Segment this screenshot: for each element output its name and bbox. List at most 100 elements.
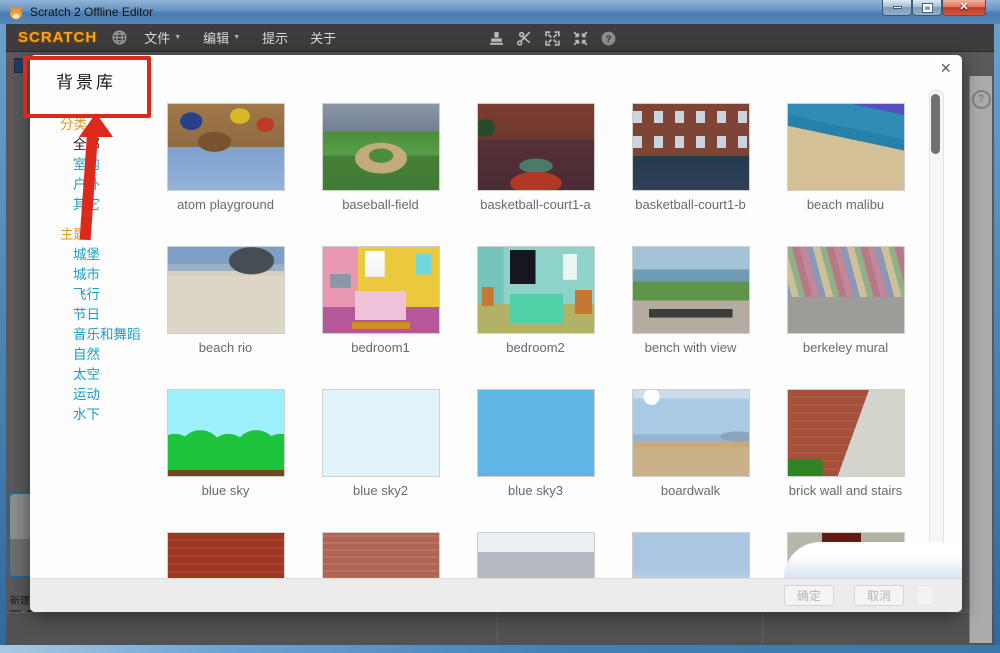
backdrop-thumbnail: [166, 246, 285, 334]
sidebar-item-city[interactable]: 城市: [60, 265, 160, 285]
backdrop-label: beach rio: [198, 340, 253, 355]
backdrop-thumbnail: [786, 103, 905, 191]
sidebar-item-sports[interactable]: 运动: [60, 385, 160, 405]
backdrop-item-blue-sky2[interactable]: blue sky2: [303, 385, 458, 528]
ok-button[interactable]: 确定: [784, 585, 834, 606]
scrollbar-thumb[interactable]: [931, 94, 940, 154]
backdrop-item-atom-playground[interactable]: atom playground: [148, 99, 303, 242]
backdrop-item-baseball-field[interactable]: baseball-field: [303, 99, 458, 242]
sidebar-item-outdoor[interactable]: 户外: [60, 175, 160, 195]
backdrop-thumbnail: [631, 103, 750, 191]
duplicate-icon[interactable]: [488, 30, 505, 47]
bottom-panel-strip: [6, 612, 994, 645]
window-border-right: [994, 24, 1000, 645]
cancel-button[interactable]: 取消: [854, 585, 904, 606]
sidebar-section-header: 主题: [60, 227, 87, 242]
sidebar-item-holiday[interactable]: 节日: [60, 305, 160, 325]
backdrop-thumbnail: [166, 532, 285, 578]
menu-edit[interactable]: 编辑 ▼: [203, 28, 240, 47]
chevron-down-icon: ▼: [233, 34, 241, 41]
backdrop-label: bedroom2: [506, 340, 565, 355]
minimize-button[interactable]: [882, 0, 912, 16]
backdrop-item-brick1[interactable]: [148, 528, 303, 578]
menubar: SCRATCH 文件 ▼ 编辑 ▼ 提示 关于 ?: [6, 24, 994, 52]
backdrop-thumbnail: [476, 389, 595, 477]
backdrop-thumbnail: [631, 246, 750, 334]
backdrop-item-blue-sky3[interactable]: blue sky3: [458, 385, 613, 528]
backdrop-item-bench-view[interactable]: bench with view: [613, 242, 768, 385]
sidebar-item-all[interactable]: 全部: [60, 135, 160, 155]
help-icon[interactable]: ?: [600, 30, 617, 47]
backdrop-item-beach-malibu[interactable]: beach malibu: [768, 99, 923, 242]
scrollbar-track[interactable]: [929, 90, 944, 572]
dialog-close-icon[interactable]: ×: [940, 59, 951, 77]
backdrop-thumbnail: [321, 246, 440, 334]
panel-divider: [497, 614, 498, 643]
backdrop-label: brick wall and stairs: [788, 483, 903, 498]
menu-label: 编辑: [203, 31, 230, 46]
backdrop-item-blue-sky[interactable]: blue sky: [148, 385, 303, 528]
backdrop-label: blue sky2: [353, 483, 408, 498]
backdrop-item-brick2[interactable]: [303, 528, 458, 578]
backdrop-thumbnail: [476, 246, 595, 334]
backdrop-item-building[interactable]: [458, 528, 613, 578]
backdrop-item-basketball-a[interactable]: basketball-court1-a: [458, 99, 613, 242]
maximize-button[interactable]: [912, 0, 942, 16]
backdrop-label: blue sky3: [508, 483, 563, 498]
arrow-head: [79, 113, 113, 137]
sidebar-item-music-dance[interactable]: 音乐和舞蹈: [60, 325, 160, 345]
scratch-logo: SCRATCH: [18, 29, 98, 46]
backdrop-grid: atom playground baseball-field basketball-…: [148, 99, 923, 578]
backdrop-item-boardwalk[interactable]: boardwalk: [613, 385, 768, 528]
language-globe-icon[interactable]: [111, 29, 128, 46]
backdrop-thumbnail: [631, 532, 750, 578]
ghost-pages-icon: [918, 587, 932, 604]
backdrop-label: basketball-court1-b: [635, 197, 746, 212]
menu-tips[interactable]: 提示: [262, 28, 288, 47]
backdrop-library-dialog: 背景库 × 分类全部室内户外其它主题城堡城市飞行节日音乐和舞蹈自然太空运动水下 …: [30, 55, 962, 612]
backdrop-thumbnail: [166, 103, 285, 191]
sidebar-item-underwater[interactable]: 水下: [60, 405, 160, 425]
maximize-icon: [921, 2, 933, 13]
delete-icon[interactable]: [516, 30, 533, 47]
scratch-app-window: Scratch 2 Offline Editor ✕ SCRATCH 文件 ▼ 编辑…: [0, 0, 1000, 653]
backdrop-label: berkeley mural: [802, 340, 889, 355]
menu-file[interactable]: 文件 ▼: [144, 28, 181, 47]
backdrop-item-bedroom1[interactable]: bedroom1: [303, 242, 458, 385]
menu-about[interactable]: 关于: [310, 28, 336, 47]
backdrop-label: basketball-court1-a: [480, 197, 591, 212]
backdrop-label: baseball-field: [342, 197, 419, 212]
backdrop-thumbnail: [476, 532, 595, 578]
backdrop-label: boardwalk: [660, 483, 721, 498]
tips-help-icon: ?: [971, 90, 991, 109]
new-backdrop-label: 新建: [10, 596, 30, 607]
shrink-icon[interactable]: [572, 30, 589, 47]
backdrop-thumbnail: [476, 103, 595, 191]
sidebar-item-castle[interactable]: 城堡: [60, 245, 160, 265]
sidebar-item-flying[interactable]: 飞行: [60, 285, 160, 305]
backdrop-item-berkeley-mural[interactable]: berkeley mural: [768, 242, 923, 385]
backdrop-label: beach malibu: [806, 197, 885, 212]
menu-items: 文件 ▼ 编辑 ▼ 提示 关于: [144, 28, 336, 47]
watermark-blob: [784, 542, 962, 578]
backdrop-thumbnail: [786, 389, 905, 477]
backdrop-item-brick-stairs[interactable]: brick wall and stairs: [768, 385, 923, 528]
menu-label: 提示: [262, 31, 289, 46]
sidebar-item-space[interactable]: 太空: [60, 365, 160, 385]
close-window-button[interactable]: ✕: [942, 0, 986, 16]
grow-icon[interactable]: [544, 30, 561, 47]
backdrop-item-basketball-b[interactable]: basketball-court1-b: [613, 99, 768, 242]
minimize-icon: [892, 6, 902, 9]
menu-label: 文件: [144, 31, 171, 46]
backdrop-item-clear-sky[interactable]: [613, 528, 768, 578]
backdrop-item-beach-rio[interactable]: beach rio: [148, 242, 303, 385]
close-icon: ✕: [959, 1, 969, 13]
backdrop-thumbnail: [321, 389, 440, 477]
sidebar-item-nature[interactable]: 自然: [60, 345, 160, 365]
sidebar-item-indoor[interactable]: 室内: [60, 155, 160, 175]
library-sidebar: 分类全部室内户外其它主题城堡城市飞行节日音乐和舞蹈自然太空运动水下: [60, 115, 160, 435]
backdrop-item-bedroom2[interactable]: bedroom2: [458, 242, 613, 385]
sidebar-item-other[interactable]: 其它: [60, 195, 160, 215]
panel-divider: [762, 614, 763, 643]
backdrop-thumbnail: [631, 389, 750, 477]
